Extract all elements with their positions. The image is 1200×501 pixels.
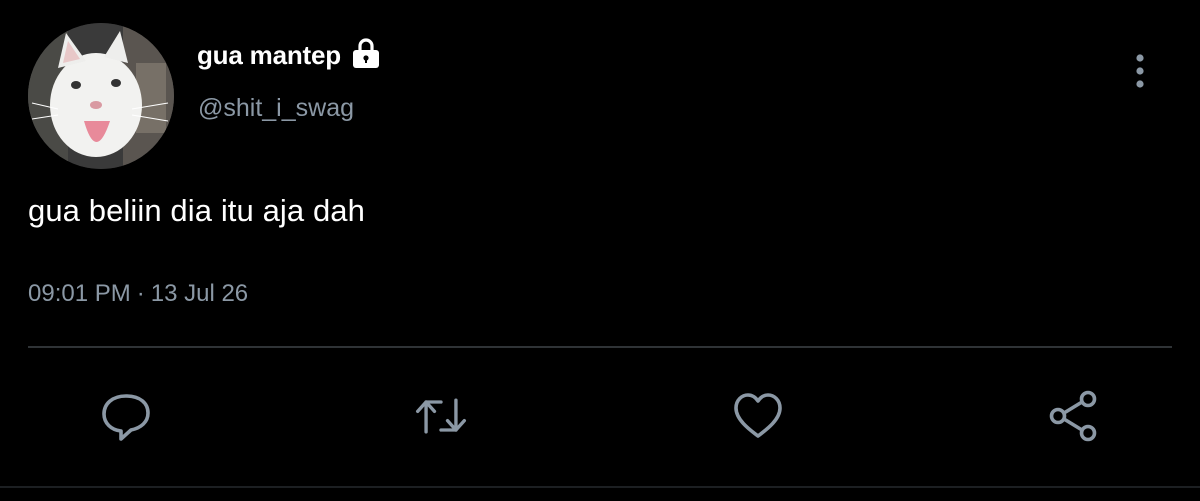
user-handle[interactable]: @shit_i_swag: [198, 94, 354, 123]
tweet-date: 13 Jul 26: [150, 280, 249, 307]
display-name-row: gua mantep: [197, 37, 383, 71]
tweet-time: 09:01 PM: [28, 280, 131, 307]
avatar[interactable]: [28, 23, 174, 169]
retweet-button[interactable]: [413, 388, 469, 444]
timestamp-separator: ·: [136, 280, 145, 307]
retweet-icon: [415, 398, 467, 434]
share-button[interactable]: [1045, 388, 1101, 444]
reply-button[interactable]: [98, 388, 154, 444]
reply-icon: [102, 394, 150, 441]
like-button[interactable]: [730, 388, 786, 444]
heart-icon: [734, 393, 782, 438]
bottom-divider: [0, 486, 1200, 488]
more-vertical-icon[interactable]: [1126, 50, 1154, 92]
tweet-detail: gua mantep @shit_i_swag gua beliin dia i…: [0, 0, 1200, 501]
cat-avatar-image: [28, 23, 174, 169]
timestamp[interactable]: 09:01 PM · 13 Jul 26: [28, 280, 248, 308]
display-name[interactable]: gua mantep: [197, 40, 341, 71]
tweet-text: gua beliin dia itu aja dah: [28, 193, 365, 228]
share-icon: [1049, 390, 1097, 442]
lock-icon: [349, 37, 383, 69]
divider: [28, 346, 1172, 348]
